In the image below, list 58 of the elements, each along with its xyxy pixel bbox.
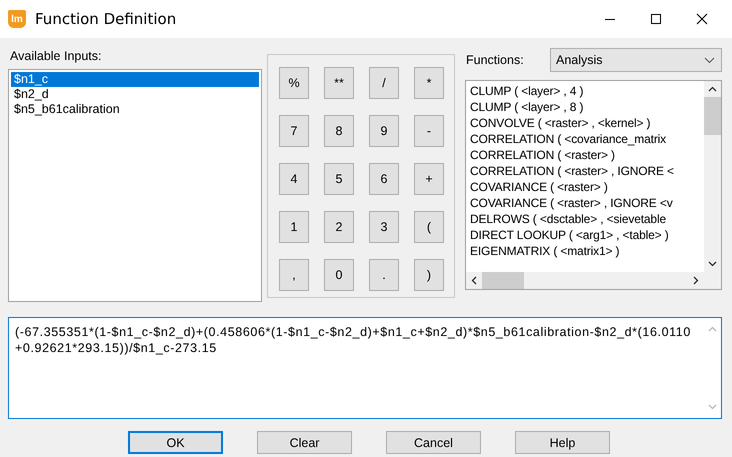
keypad-key[interactable]: 7 [279,115,309,147]
vertical-scrollbar[interactable] [704,81,721,272]
dialog-button[interactable]: Clear [257,431,352,454]
chevron-right-icon[interactable] [693,276,699,285]
chevron-down-icon [708,404,717,410]
function-item[interactable]: CORRELATION ( <raster> ) [470,147,704,163]
formula-text: (-67.355351*(1-$n1_c-$n2_d)+(0.458606*(1-$n1_c-$n2_d)+$n1_c+$n2_d)*$n5_b61calibration-$n2_d*(16.0110+0.92621*293.15))/$n1_c-273.15 [14,324,692,357]
function-item[interactable]: DELROWS ( <dsctable> , <sievetable [470,211,704,227]
keypad-key[interactable]: - [414,115,444,147]
keypad-key[interactable]: * [414,67,444,99]
keypad-key[interactable]: ** [324,67,354,99]
dialog-button[interactable]: Help [515,431,610,454]
function-item[interactable]: DIRECT LOOKUP ( <arg1> , <table> ) [470,227,704,243]
keypad-key[interactable]: ( [414,211,444,243]
dialog-button[interactable]: Cancel [386,431,481,454]
functions-label: Functions: [465,53,525,67]
formula-field[interactable]: (-67.355351*(1-$n1_c-$n2_d)+(0.458606*(1-$n1_c-$n2_d)+$n1_c+$n2_d)*$n5_b61calibration-$n2_d*(16.0110+0.92621*293.15))/$n1_c-273.15 [8,317,722,419]
keypad-key[interactable]: % [279,67,309,99]
keypad-key[interactable]: 2 [324,211,354,243]
inputs-label: Available Inputs: [9,48,102,65]
chevron-down-icon [704,56,715,64]
keypad-key[interactable]: 8 [324,115,354,147]
window-title: Function Definition [35,10,176,28]
chevron-down-icon[interactable] [708,261,717,267]
chevron-up-icon[interactable] [708,86,717,92]
close-icon[interactable] [696,13,708,25]
scrollbar-thumb[interactable] [482,272,524,289]
chevron-left-icon[interactable] [471,276,477,285]
function-item[interactable]: CORRELATION ( <covariance_matrix [470,131,704,147]
function-item[interactable]: CORRELATION ( <raster> , IGNORE < [470,163,704,179]
category-dropdown[interactable]: Analysis [550,48,722,72]
keypad-key[interactable]: 5 [324,163,354,195]
function-item[interactable]: CLUMP ( <layer> , 4 ) [470,83,704,99]
dialog-button[interactable]: OK [128,431,223,454]
keypad-key[interactable]: 3 [369,211,399,243]
maximize-icon[interactable] [650,13,662,25]
chevron-up-icon [708,326,717,332]
function-item[interactable]: CLUMP ( <layer> , 8 ) [470,99,704,115]
function-item[interactable]: CONVOLVE ( <raster> , <kernel> ) [470,115,704,131]
keypad-key[interactable]: / [369,67,399,99]
keypad-key[interactable]: + [414,163,444,195]
horizontal-scrollbar[interactable] [466,272,721,289]
app-logo-icon: lm [8,10,26,28]
keypad-key[interactable]: , [279,259,309,291]
function-item[interactable]: EIGENMATRIX ( <matrix1> ) [470,243,704,259]
scrollbar-thumb[interactable] [704,97,721,135]
input-item[interactable]: $n1_c [11,72,259,87]
function-item[interactable]: COVARIANCE ( <raster> ) [470,179,704,195]
keypad-key[interactable]: 6 [369,163,399,195]
function-item[interactable]: COVARIANCE ( <raster> , IGNORE <v [470,195,704,211]
keypad-key[interactable]: 0 [324,259,354,291]
keypad-key[interactable]: 9 [369,115,399,147]
input-item[interactable]: $n5_b61calibration [11,102,259,117]
input-item[interactable]: $n2_d [11,87,259,102]
keypad-key[interactable]: ) [414,259,444,291]
keypad-key[interactable]: . [369,259,399,291]
keypad-key[interactable]: 1 [279,211,309,243]
keypad-key[interactable]: 4 [279,163,309,195]
